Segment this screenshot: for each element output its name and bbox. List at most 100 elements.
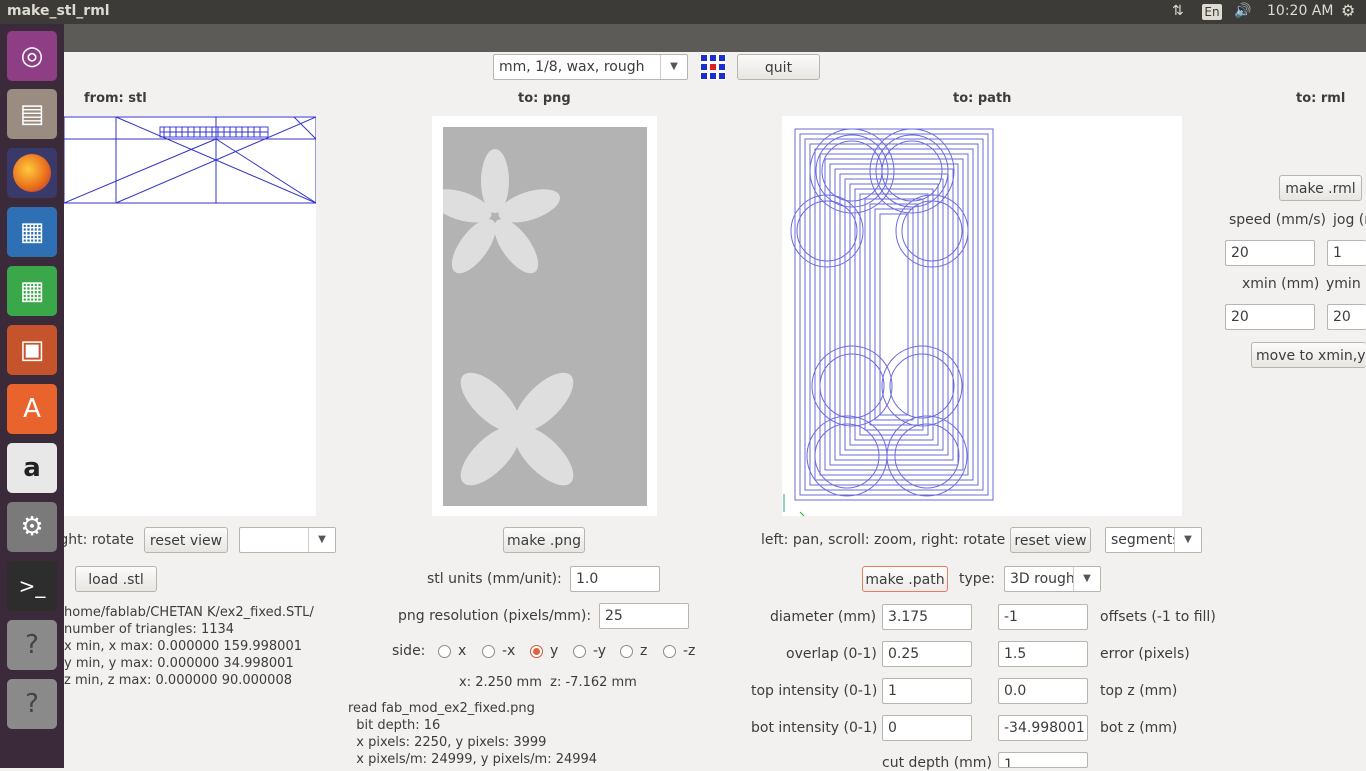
- chevron-down-icon: ▼: [308, 528, 335, 552]
- ubuntu-dash-icon[interactable]: ◎: [7, 31, 57, 81]
- firefox-icon[interactable]: [7, 148, 57, 198]
- chevron-down-icon: ▼: [1174, 528, 1201, 552]
- ymin-input[interactable]: 20: [1327, 304, 1366, 330]
- gear-icon[interactable]: ⚙: [1341, 1, 1355, 20]
- overlap-label: overlap (0-1): [786, 646, 877, 662]
- cut-depth-label: cut depth (mm): [882, 755, 992, 771]
- volume-icon[interactable]: 🔊: [1234, 3, 1251, 19]
- stl-info-line: y min, y max: 0.000000 34.998001: [64, 656, 294, 671]
- path-view-mode-select[interactable]: segments ▼: [1105, 527, 1202, 553]
- network-icon[interactable]: ⇅: [1172, 3, 1184, 19]
- bot-intensity-label: bot intensity (0-1): [751, 720, 878, 736]
- stl-info-line: number of triangles: 1134: [64, 622, 235, 637]
- jog-input[interactable]: 1: [1327, 240, 1366, 266]
- png-heightmap: [443, 127, 647, 506]
- rml-header: to: rml: [1296, 91, 1346, 106]
- clock[interactable]: 10:20 AM: [1267, 3, 1333, 19]
- top-panel: make_stl_rml ⇅ En 🔊 10:20 AM ⚙: [0, 0, 1366, 24]
- bot-intensity-input[interactable]: 0: [882, 715, 972, 741]
- unknown-app-icon[interactable]: ?: [7, 620, 57, 670]
- side-label: side:: [392, 643, 426, 659]
- stl-view-mode-select[interactable]: ▼: [239, 527, 336, 553]
- xmin-label: xmin (mm): [1242, 276, 1320, 292]
- diameter-input[interactable]: 3.175: [882, 604, 972, 630]
- speed-label: speed (mm/s): [1229, 212, 1326, 228]
- stl-view-hint: zoom, right: rotate: [64, 532, 134, 548]
- process-select[interactable]: mm, 1/8, wax, rough ▼: [493, 54, 688, 80]
- calc-icon[interactable]: ▦: [7, 266, 57, 316]
- side-neg-x-label: -x: [502, 643, 516, 659]
- png-resolution-input[interactable]: 25: [599, 603, 689, 629]
- side-y-radio[interactable]: [530, 645, 543, 658]
- top-intensity-label: top intensity (0-1): [751, 683, 878, 699]
- chevron-down-icon: ▼: [660, 55, 687, 79]
- path-type-label: type:: [959, 571, 995, 587]
- help-icon[interactable]: ?: [7, 679, 57, 729]
- writer-icon[interactable]: ▦: [7, 207, 57, 257]
- window-title: make_stl_rml: [7, 3, 110, 19]
- path-view-hint: left: pan, scroll: zoom, right: rotate: [761, 532, 1006, 548]
- terminal-icon[interactable]: >_: [7, 561, 57, 611]
- png-read-info: x pixels/m: 24999, y pixels/m: 24994: [348, 752, 598, 767]
- stl-header: from: stl: [84, 91, 147, 106]
- side-z-radio[interactable]: [620, 645, 633, 658]
- png-read-info: read fab_mod_ex2_fixed.png: [348, 701, 535, 716]
- files-icon[interactable]: ▤: [7, 89, 57, 139]
- side-z-label: z: [640, 643, 648, 659]
- path-type-value: 3D rough: [1010, 571, 1075, 587]
- path-header: to: path: [953, 91, 1012, 106]
- error-label: error (pixels): [1100, 646, 1190, 662]
- jog-label: jog (mm): [1333, 212, 1366, 228]
- fab-logo-icon[interactable]: [700, 54, 726, 80]
- side-x-radio[interactable]: [438, 645, 451, 658]
- bot-z-input[interactable]: -34.998001: [998, 715, 1088, 741]
- speed-input[interactable]: 20: [1225, 240, 1315, 266]
- window-menubar: [0, 24, 1366, 52]
- top-intensity-input[interactable]: 1: [882, 678, 972, 704]
- error-input[interactable]: 1.5: [998, 641, 1088, 667]
- png-view-canvas: [432, 116, 657, 516]
- make-path-button[interactable]: make .path: [862, 566, 948, 592]
- bot-z-label: bot z (mm): [1100, 720, 1178, 736]
- process-select-value: mm, 1/8, wax, rough: [499, 59, 645, 75]
- overlap-input[interactable]: 0.25: [882, 641, 972, 667]
- stl-reset-view-button[interactable]: reset view: [144, 527, 228, 553]
- side-y-label: y: [550, 643, 559, 659]
- move-to-xmin-ymin-button[interactable]: move to xmin,ymin: [1251, 342, 1366, 368]
- offsets-input[interactable]: -1: [998, 604, 1088, 630]
- unity-launcher: ◎ ▤ ▦ ▦ ▣ A a ⚙ >_ ? ?: [0, 24, 64, 768]
- side-x-label: x: [458, 643, 467, 659]
- toolpath-drawing: [783, 128, 994, 516]
- settings-icon[interactable]: ⚙: [7, 502, 57, 552]
- load-stl-button[interactable]: load .stl: [75, 566, 157, 592]
- top-z-input[interactable]: 0.0: [998, 678, 1088, 704]
- make-rml-button[interactable]: make .rml: [1279, 175, 1362, 201]
- png-read-info: x pixels: 2250, y pixels: 3999: [348, 735, 547, 750]
- path-view-canvas[interactable]: [782, 116, 1182, 516]
- png-read-info: bit depth: 16: [348, 718, 441, 733]
- make-png-button[interactable]: make .png: [503, 527, 585, 553]
- path-reset-view-button[interactable]: reset view: [1010, 527, 1091, 553]
- side-neg-z-radio[interactable]: [663, 645, 676, 658]
- stl-info-line: x min, x max: 0.000000 159.998001: [64, 639, 302, 654]
- keyboard-indicator[interactable]: En: [1202, 4, 1222, 20]
- quit-button[interactable]: quit: [737, 54, 820, 80]
- stl-view-canvas[interactable]: [64, 116, 316, 516]
- stl-file-path: /home/fablab/CHETAN K/ex2_fixed.STL: [64, 605, 314, 620]
- stl-units-input[interactable]: 1.0: [570, 566, 660, 592]
- impress-icon[interactable]: ▣: [7, 325, 57, 375]
- xmin-input[interactable]: 20: [1225, 304, 1315, 330]
- side-neg-x-radio[interactable]: [482, 645, 495, 658]
- ymin-label: ymin (mm): [1326, 276, 1366, 292]
- png-header: to: png: [518, 91, 571, 106]
- top-z-label: top z (mm): [1100, 683, 1178, 699]
- path-view-mode-value: segments: [1111, 532, 1180, 548]
- software-center-icon[interactable]: A: [7, 384, 57, 434]
- amazon-icon[interactable]: a: [7, 443, 57, 493]
- path-type-select[interactable]: 3D rough ▼: [1004, 566, 1101, 592]
- cut-depth-input[interactable]: 1: [998, 752, 1088, 768]
- side-neg-y-radio[interactable]: [573, 645, 586, 658]
- png-resolution-label: png resolution (pixels/mm):: [398, 608, 592, 624]
- stl-units-label: stl units (mm/unit):: [427, 571, 562, 587]
- side-neg-z-label: -z: [683, 643, 696, 659]
